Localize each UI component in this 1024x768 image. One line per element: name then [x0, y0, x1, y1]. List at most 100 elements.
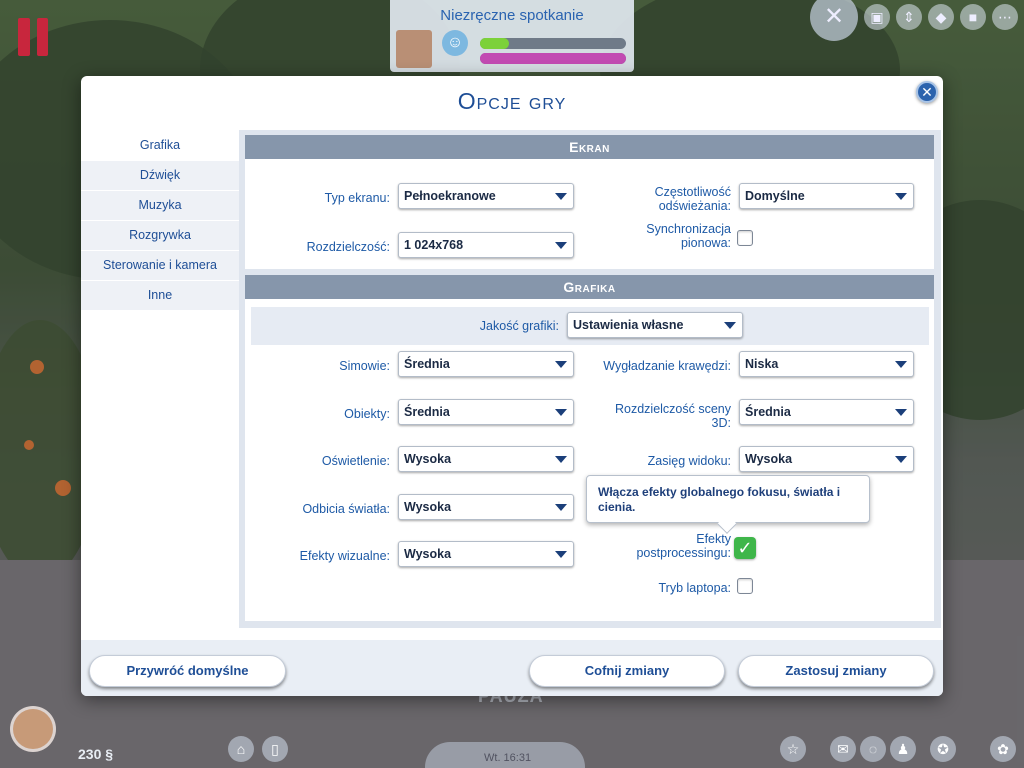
mood-title: Niezręczne spotkanie — [440, 7, 584, 24]
relationships-icon[interactable]: ♟ — [890, 736, 916, 762]
cube-icon[interactable]: ◆ — [928, 4, 954, 30]
resolution-value: 1 024x768 — [404, 238, 464, 252]
lighting-dropdown[interactable]: Wysoka — [398, 446, 574, 472]
sidebar-item-other[interactable]: Inne — [81, 281, 239, 310]
pause-icon[interactable] — [18, 18, 48, 56]
mail-icon[interactable]: ✉ — [830, 736, 856, 762]
resolution-dropdown[interactable]: 1 024x768 — [398, 232, 574, 258]
lighting-label: Oświetlenie: — [321, 454, 390, 468]
sidebar-item-sound[interactable]: Dźwięk — [81, 161, 239, 190]
chevron-down-icon — [555, 551, 567, 558]
postprocessing-tooltip: Włącza efekty globalnego fokusu, światła… — [586, 475, 870, 534]
edge-smoothing-value: Niska — [745, 357, 779, 371]
gallery-icon[interactable]: ▣ — [864, 4, 890, 30]
dialog-title: Opcje gry — [457, 88, 567, 114]
aspiration-icon[interactable]: ✿ — [990, 736, 1016, 762]
postprocessing-label-line2: postprocessingu: — [636, 546, 731, 560]
objects-value: Średnia — [404, 405, 450, 419]
visual-effects-value: Wysoka — [404, 547, 452, 561]
scene-resolution-label-line1: Rozdzielczość sceny — [614, 402, 731, 416]
refresh-rate-value: Domyślne — [745, 189, 805, 203]
edge-smoothing-label: Wygładzanie krawędzi: — [603, 359, 731, 373]
chevron-down-icon — [555, 361, 567, 368]
embarrassed-emoji-icon: ☺ — [442, 30, 468, 56]
lighting-value: Wysoka — [404, 452, 452, 466]
screen-type-label: Typ ekranu: — [324, 191, 390, 205]
sim-portrait[interactable] — [10, 706, 56, 752]
reflections-dropdown[interactable]: Wysoka — [398, 494, 574, 520]
visual-effects-dropdown[interactable]: Wysoka — [398, 541, 574, 567]
chevron-down-icon — [895, 409, 907, 416]
phone-icon[interactable]: ▯ — [262, 736, 288, 762]
sidebar-item-controls-camera[interactable]: Sterowanie i kamera — [81, 251, 239, 280]
vsync-checkbox[interactable] — [737, 230, 753, 246]
postprocessing-label: Efekty postprocessingu: — [575, 532, 731, 560]
options-content: Ekran Typ ekranu: Pełnoekranowe Rozdziel… — [239, 130, 941, 628]
chevron-down-icon — [895, 361, 907, 368]
postprocessing-checkbox[interactable]: ✓ — [734, 537, 756, 559]
apply-changes-button[interactable]: Zastosuj zmiany — [738, 655, 934, 687]
tooltip-text: Włącza efekty globalnego fokusu, światła… — [598, 485, 841, 514]
top-toolbar: ✕ ▣ ⇕ ◆ ■ ⋯ — [810, 0, 1024, 41]
screen-section: Ekran Typ ekranu: Pełnoekranowe Rozdziel… — [245, 135, 934, 269]
vsync-label-line1: Synchronizacja — [646, 222, 731, 236]
chevron-down-icon — [895, 193, 907, 200]
view-distance-value: Wysoka — [745, 452, 793, 466]
view-distance-label: Zasięg widoku: — [647, 454, 731, 468]
scene-resolution-dropdown[interactable]: Średnia — [739, 399, 914, 425]
screen-section-heading: Ekran — [245, 135, 934, 159]
video-camera-icon[interactable]: ■ — [960, 4, 986, 30]
chevron-down-icon — [555, 504, 567, 511]
sims-dropdown[interactable]: Średnia — [398, 351, 574, 377]
graphics-quality-value: Ustawienia własne — [573, 318, 684, 332]
options-sidebar: Grafika Dźwięk Muzyka Rozgrywka Sterowan… — [81, 131, 239, 311]
graphics-section-heading: Grafika — [245, 275, 934, 299]
game-options-dialog: Opcje gry ✕ Grafika Dźwięk Muzyka Rozgry… — [81, 76, 943, 696]
chevron-down-icon — [724, 322, 736, 329]
view-distance-dropdown[interactable]: Wysoka — [739, 446, 914, 472]
chevron-down-icon — [895, 456, 907, 463]
edge-smoothing-dropdown[interactable]: Niska — [739, 351, 914, 377]
more-options-icon[interactable]: ⋯ — [992, 4, 1018, 30]
scene-resolution-label-line2: 3D: — [711, 416, 731, 430]
close-icon[interactable]: ✕ — [916, 81, 938, 103]
vsync-label-line2: pionowa: — [680, 236, 731, 250]
laptop-mode-label: Tryb laptopa: — [658, 581, 732, 595]
refresh-rate-dropdown[interactable]: Domyślne — [739, 183, 914, 209]
mood-bar-green — [480, 38, 626, 49]
home-icon[interactable]: ⌂ — [228, 736, 254, 762]
household-funds: 230 § — [78, 746, 114, 762]
mood-bar-pink — [480, 53, 626, 64]
screen-type-value: Pełnoekranowe — [404, 189, 496, 203]
postprocessing-label-line1: Efekty — [696, 532, 731, 546]
sims-label: Simowie: — [339, 359, 390, 373]
objects-dropdown[interactable]: Średnia — [398, 399, 574, 425]
camera-up-down-icon[interactable]: ⇕ — [896, 4, 922, 30]
lightbulb-icon[interactable]: ◌ — [860, 736, 886, 762]
reflections-label: Odbicia światła: — [302, 502, 390, 516]
scene-resolution-value: Średnia — [745, 405, 791, 419]
sidebar-item-gameplay[interactable]: Rozgrywka — [81, 221, 239, 250]
screen-type-dropdown[interactable]: Pełnoekranowe — [398, 183, 574, 209]
sims-value: Średnia — [404, 357, 450, 371]
laptop-mode-checkbox[interactable] — [737, 578, 753, 594]
refresh-rate-label: Częstotliwość odświeżania: — [585, 185, 731, 213]
sidebar-item-graphics[interactable]: Grafika — [81, 131, 239, 160]
chevron-down-icon — [555, 456, 567, 463]
graphics-quality-dropdown[interactable]: Ustawienia własne — [567, 312, 743, 338]
chevron-down-icon — [555, 193, 567, 200]
refresh-rate-label-line2: odświeżania: — [658, 199, 731, 213]
sim-avatar[interactable] — [396, 30, 432, 68]
graphics-quality-label: Jakość grafiki: — [479, 319, 559, 333]
resolution-label: Rozdzielczość: — [306, 240, 390, 254]
star-icon[interactable]: ☆ — [780, 736, 806, 762]
skills-icon[interactable]: ✪ — [930, 736, 956, 762]
restore-defaults-button[interactable]: Przywróć domyślne — [89, 655, 286, 687]
sim-mood-panel: Niezręczne spotkanie ☺ — [390, 0, 634, 72]
reflections-value: Wysoka — [404, 500, 452, 514]
sidebar-item-music[interactable]: Muzyka — [81, 191, 239, 220]
undo-changes-button[interactable]: Cofnij zmiany — [529, 655, 725, 687]
refresh-rate-label-line1: Częstotliwość — [654, 185, 731, 199]
chevron-down-icon — [555, 409, 567, 416]
vsync-label: Synchronizacja pionowa: — [585, 222, 731, 250]
